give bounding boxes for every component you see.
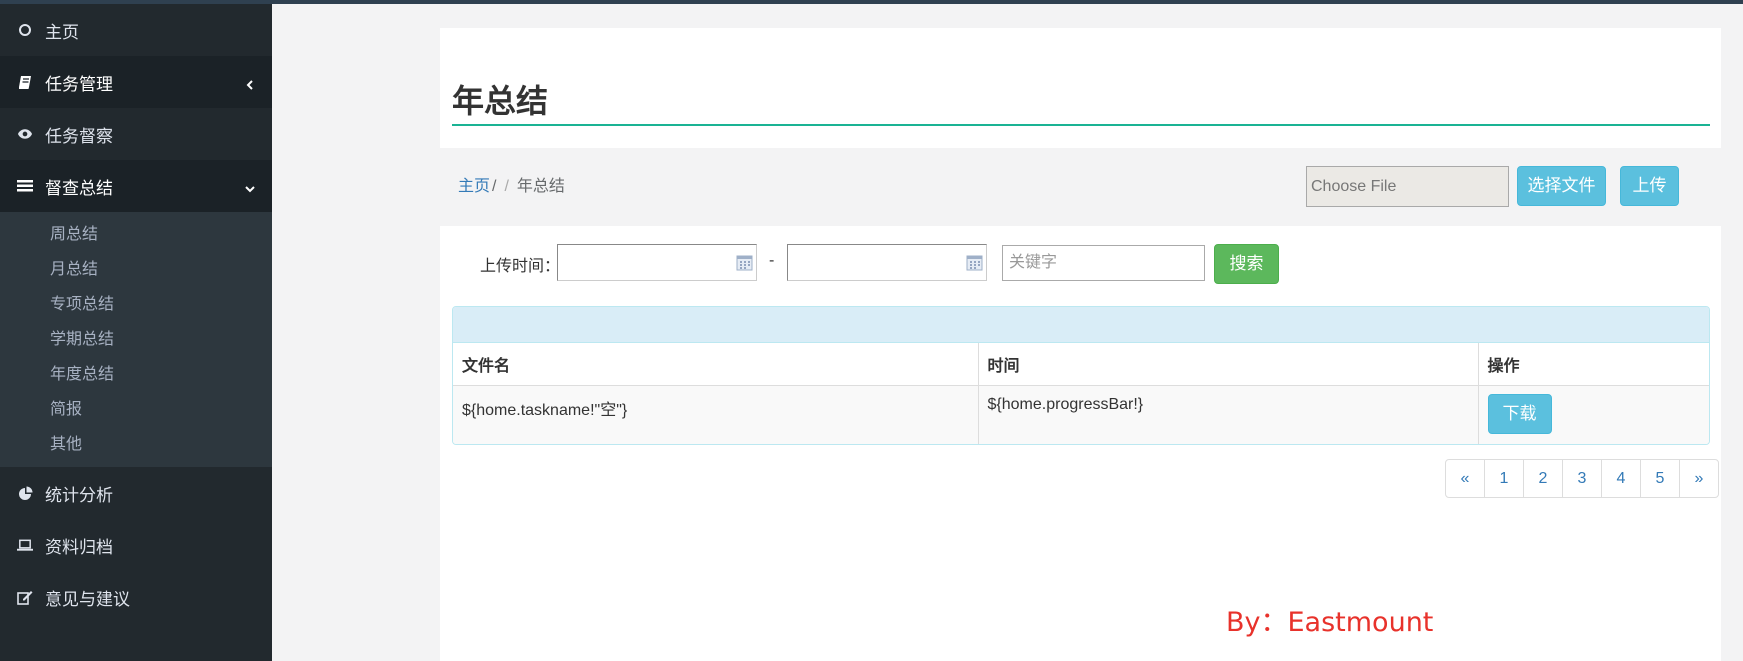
submenu-item-special[interactable]: 专项总结 (0, 287, 272, 322)
submenu-item-weekly[interactable]: 周总结 (0, 217, 272, 252)
sidebar-item-home[interactable]: 主页 (0, 4, 272, 56)
cell-time: ${home.progressBar!} (978, 385, 1479, 444)
breadcrumb-separator: / (492, 178, 497, 195)
submenu-item-semester[interactable]: 学期总结 (0, 322, 272, 357)
keyword-input[interactable]: 关键字 (1002, 245, 1205, 281)
pagination-page-5[interactable]: 5 (1640, 459, 1680, 498)
circle-icon (17, 22, 33, 38)
calendar-icon[interactable] (736, 254, 753, 271)
pagination-page-1[interactable]: 1 (1484, 459, 1524, 498)
chevron-down-icon (244, 180, 256, 193)
calendar-icon[interactable] (966, 254, 983, 271)
pagination-prev[interactable]: « (1445, 459, 1485, 498)
pagination-page-2[interactable]: 2 (1523, 459, 1563, 498)
submenu-item-annual[interactable]: 年度总结 (0, 357, 272, 392)
list-icon (17, 178, 33, 194)
submenu-item-briefing[interactable]: 简报 (0, 392, 272, 427)
sidebar-item-label: 督查总结 (45, 178, 113, 198)
sidebar-item-label: 统计分析 (45, 485, 113, 505)
sidebar-item-inspection-summary[interactable]: 督查总结 (0, 160, 272, 212)
file-table: 文件名 时间 操作 ${home.taskname!"空"} ${home.pr… (452, 306, 1710, 445)
breadcrumb-current: 年总结 (516, 178, 565, 195)
pagination-page-4[interactable]: 4 (1601, 459, 1641, 498)
download-button[interactable]: 下载 (1487, 393, 1552, 434)
breadcrumb-bar: 主页 / / 年总结 Choose File 选择文件 上传 (440, 152, 1721, 226)
breadcrumb-divider: / (504, 178, 509, 195)
sidebar-item-label: 主页 (45, 22, 79, 42)
sidebar-item-archive[interactable]: 资料归档 (0, 519, 272, 571)
upload-time-label: 上传时间： (480, 258, 561, 275)
eye-icon (17, 126, 33, 142)
upload-button[interactable]: 上传 (1620, 166, 1679, 206)
sidebar-item-label: 任务管理 (45, 74, 113, 94)
laptop-icon (17, 537, 33, 553)
pie-chart-icon (17, 485, 33, 501)
sidebar-item-task-inspection[interactable]: 任务督察 (0, 108, 272, 160)
sidebar-item-label: 任务督察 (45, 126, 113, 146)
end-date-input[interactable] (787, 244, 987, 281)
page-title: 年总结 (452, 82, 549, 120)
sidebar-item-label: 意见与建议 (45, 589, 130, 609)
sidebar-item-feedback[interactable]: 意见与建议 (0, 571, 272, 623)
sidebar-item-statistics[interactable]: 统计分析 (0, 467, 272, 519)
watermark: By：Eastmount (1226, 607, 1434, 638)
title-underline (452, 124, 1710, 126)
page-heading: 年总结 (440, 28, 1721, 148)
column-header-filename: 文件名 (453, 343, 979, 386)
pagination-next[interactable]: » (1679, 459, 1719, 498)
submenu-item-other[interactable]: 其他 (0, 427, 272, 462)
column-header-action: 操作 (1478, 343, 1709, 386)
date-range-dash: - (769, 252, 775, 269)
search-button[interactable]: 搜索 (1214, 244, 1279, 284)
content-panel: 上传时间： - 关键字 搜索 文件名 时间 操作 ${home.taskname… (440, 226, 1721, 661)
pagination: « 1 2 3 4 5 » (1445, 459, 1719, 498)
column-header-time: 时间 (978, 343, 1479, 386)
file-input[interactable]: Choose File (1306, 166, 1509, 207)
submenu-item-monthly[interactable]: 月总结 (0, 252, 272, 287)
table-panel-heading (453, 307, 1709, 343)
main-area: 年总结 主页 / / 年总结 Choose File 选择文件 上传 上传时间： - … (272, 4, 1743, 661)
breadcrumb-home-link[interactable]: 主页 (458, 178, 490, 195)
sidebar-item-label: 资料归档 (45, 537, 113, 557)
breadcrumb: 主页 / / 年总结 (458, 172, 565, 196)
sidebar-item-task-management[interactable]: 任务管理 (0, 56, 272, 108)
start-date-input[interactable] (557, 244, 757, 281)
sidebar: 主页 任务管理 任务督察 督查总结 周总结 月总结 专项总结 学期总结 年度总结… (0, 4, 272, 661)
submenu: 周总结 月总结 专项总结 学期总结 年度总结 简报 其他 (0, 212, 272, 467)
chevron-left-icon (244, 76, 256, 90)
cell-action: 下载 (1478, 385, 1709, 444)
book-icon (17, 74, 33, 90)
edit-icon (17, 589, 33, 605)
choose-file-button[interactable]: 选择文件 (1517, 166, 1606, 206)
cell-filename: ${home.taskname!"空"} (453, 385, 979, 444)
pagination-page-3[interactable]: 3 (1562, 459, 1602, 498)
table-row: ${home.taskname!"空"} ${home.progressBar!… (453, 385, 1709, 444)
